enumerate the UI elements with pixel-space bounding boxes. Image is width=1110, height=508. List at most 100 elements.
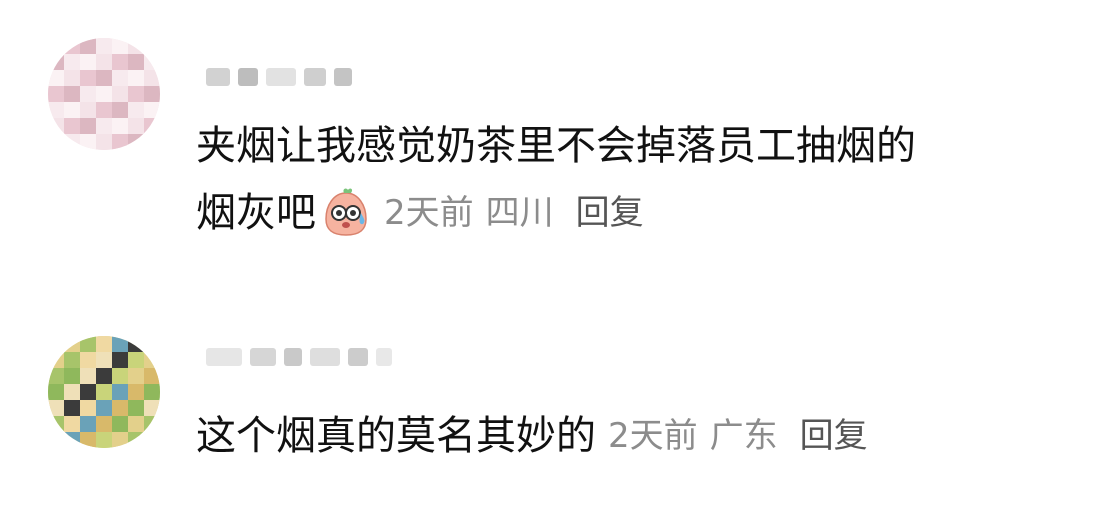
avatar-mosaic-pixel [112, 134, 128, 150]
avatar-mosaic-pixel [128, 54, 144, 70]
avatar-mosaic-pixel [48, 352, 64, 368]
blurred-name-segment [310, 348, 340, 366]
avatar-mosaic-pixel [64, 352, 80, 368]
comment-text-tail: 烟灰吧 [196, 190, 316, 236]
comment-location: 四川 [485, 193, 554, 233]
avatar-mosaic-pixel [96, 38, 112, 54]
avatar-mosaic-pixel [64, 38, 80, 54]
avatar-mosaic-pixel [64, 102, 80, 118]
avatar-mosaic-pixel [144, 102, 160, 118]
username-blurred[interactable] [206, 342, 392, 372]
avatar-mosaic-pixel [96, 86, 112, 102]
avatar-mosaic-pixel [112, 336, 128, 352]
avatar-mosaic-pixel [64, 70, 80, 86]
avatar-mosaic-pixel [64, 336, 80, 352]
avatar-mosaic-pixel [48, 38, 64, 54]
comment-text-body: 这个烟真的莫名其妙的 [196, 413, 596, 459]
avatar-mosaic-pixel [64, 400, 80, 416]
avatar-mosaic-pixel [80, 368, 96, 384]
avatar-mosaic-pixel [96, 102, 112, 118]
avatar-mosaic-pixel [112, 54, 128, 70]
username-blurred[interactable] [206, 62, 352, 92]
avatar-mosaic-pixel [96, 118, 112, 134]
avatar-mosaic-pixel [48, 384, 64, 400]
avatar-mosaic-pixel [64, 118, 80, 134]
blurred-name-segment [376, 348, 392, 366]
avatar-mosaic-pixel [128, 86, 144, 102]
avatar-mosaic-pixel [48, 118, 64, 134]
avatar-mosaic-pixel [144, 38, 160, 54]
avatar-mosaic-pixel [112, 368, 128, 384]
avatar-mosaic-pixel [112, 432, 128, 448]
avatar-mosaic-pixel [112, 102, 128, 118]
comment-text-continued: 烟灰吧 2天前 四川 回复 [196, 185, 644, 241]
avatar-mosaic-pixel [80, 352, 96, 368]
avatar-mosaic-pixel [144, 118, 160, 134]
blurred-name-segment [334, 68, 352, 86]
avatar-mosaic-pixel [112, 416, 128, 432]
blurred-name-segment [238, 68, 258, 86]
comment-text: 这个烟真的莫名其妙的 2天前 广东 回复 [196, 408, 868, 464]
blurred-name-segment [304, 68, 326, 86]
avatar-mosaic-pixel [80, 86, 96, 102]
blurred-name-segment [284, 348, 302, 366]
blurred-name-segment [206, 68, 230, 86]
avatar-mosaic-pixel [144, 368, 160, 384]
avatar-mosaic-pixel [128, 384, 144, 400]
avatar-mosaic-pixel [80, 38, 96, 54]
comment-item: 这个烟真的莫名其妙的 2天前 广东 回复 [0, 300, 1110, 508]
avatar-mosaic-pixel [64, 86, 80, 102]
avatar-mosaic-pixel [80, 432, 96, 448]
avatar-mosaic-pixel [64, 134, 80, 150]
avatar-mosaic-pixel [112, 86, 128, 102]
avatar-mosaic-pixel [128, 400, 144, 416]
avatar-mosaic-pixel [96, 368, 112, 384]
blurred-name-segment [206, 348, 242, 366]
avatar-mosaic-pixel [128, 416, 144, 432]
avatar-mosaic-pixel [96, 384, 112, 400]
comment-location: 广东 [709, 416, 778, 456]
comment-time: 2天前 [608, 416, 698, 456]
avatar-mosaic-pixel [128, 134, 144, 150]
avatar-mosaic-pixel [128, 118, 144, 134]
avatar-mosaic-pixel [80, 384, 96, 400]
reply-button[interactable]: 回复 [576, 185, 644, 241]
avatar-mosaic-pixel [48, 86, 64, 102]
comment-time: 2天前 [384, 193, 474, 233]
avatar-mosaic-pixel [80, 416, 96, 432]
blurred-name-segment [266, 68, 296, 86]
avatar-mosaic-pixel [144, 70, 160, 86]
avatar-mosaic-pixel [144, 54, 160, 70]
avatar[interactable] [48, 336, 160, 448]
avatar-mosaic-pixel [48, 432, 64, 448]
avatar-mosaic-pixel [64, 432, 80, 448]
avatar-mosaic-pixel [144, 400, 160, 416]
avatar[interactable] [48, 38, 160, 150]
avatar-mosaic-pixel [128, 38, 144, 54]
avatar-mosaic-pixel [48, 336, 64, 352]
avatar-mosaic-pixel [112, 70, 128, 86]
reply-button[interactable]: 回复 [800, 408, 868, 464]
avatar-mosaic-pixel [96, 54, 112, 70]
avatar-mosaic-pixel [48, 70, 64, 86]
avatar-mosaic-pixel [112, 118, 128, 134]
avatar-mosaic-pixel [144, 336, 160, 352]
avatar-mosaic-pixel [48, 400, 64, 416]
comment-text: 夹烟让我感觉奶茶里不会掉落员工抽烟的 [196, 123, 916, 169]
avatar-mosaic-pixel [64, 416, 80, 432]
comment-item: 夹烟让我感觉奶茶里不会掉落员工抽烟的 烟灰吧 2天前 四川 回复 [0, 0, 1110, 270]
avatar-mosaic-pixel [64, 384, 80, 400]
blurred-name-segment [250, 348, 276, 366]
avatar-mosaic-pixel [112, 38, 128, 54]
avatar-mosaic-pixel [96, 336, 112, 352]
avatar-mosaic-pixel [96, 352, 112, 368]
avatar-mosaic-pixel [128, 336, 144, 352]
avatar-mosaic-pixel [48, 368, 64, 384]
blurred-name-segment [348, 348, 368, 366]
avatar-mosaic-pixel [80, 102, 96, 118]
avatar-mosaic-pixel [48, 102, 64, 118]
avatar-mosaic-pixel [96, 432, 112, 448]
avatar-mosaic-pixel [48, 54, 64, 70]
avatar-mosaic-pixel [144, 352, 160, 368]
avatar-mosaic-pixel [96, 416, 112, 432]
